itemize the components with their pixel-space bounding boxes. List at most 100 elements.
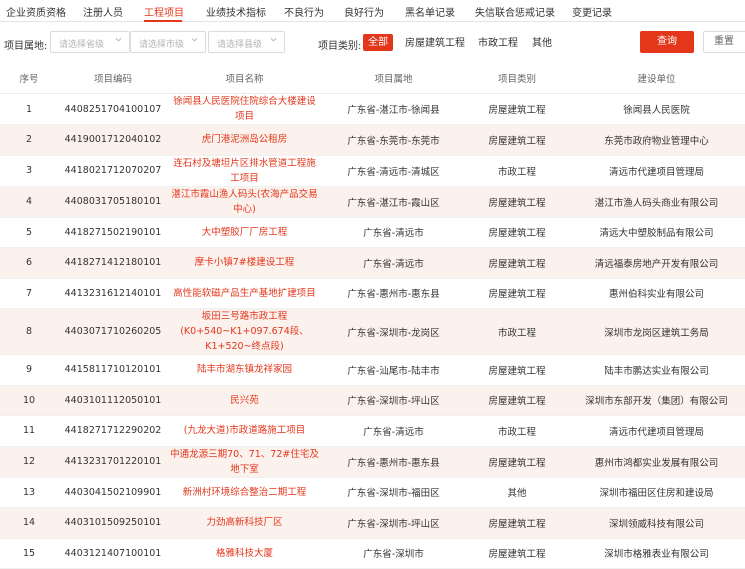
row-index: 13 xyxy=(0,477,58,508)
table-header-row: 序号 项目编码 项目名称 项目属地 项目类别 建设单位 xyxy=(0,62,745,94)
project-code: 4403101112050101 xyxy=(58,385,168,416)
row-index: 6 xyxy=(0,247,58,279)
project-owner: 深圳市福田区住房和建设局 xyxy=(568,477,745,508)
province-select[interactable]: 请选择省级 xyxy=(50,31,130,53)
tab-performance[interactable]: 业绩技术指标 xyxy=(206,4,266,19)
project-location: 广东省-湛江市-霞山区 xyxy=(321,186,466,218)
project-name-link[interactable]: 民兴苑 xyxy=(168,385,321,416)
project-name-link[interactable]: 新洲村环境综合整治二期工程 xyxy=(168,477,321,508)
project-location: 广东省-深圳市-龙岗区 xyxy=(321,308,466,355)
project-name-link[interactable]: 陆丰市湖东镇龙祥家园 xyxy=(168,354,321,386)
tab-change-records[interactable]: 变更记录 xyxy=(572,4,612,19)
row-index: 9 xyxy=(0,354,58,386)
project-location: 广东省-清远市 xyxy=(321,415,466,447)
project-location: 广东省-湛江市-徐闻县 xyxy=(321,93,466,125)
tab-projects[interactable]: 工程项目 xyxy=(144,4,184,19)
tab-personnel[interactable]: 注册人员 xyxy=(83,4,123,19)
city-select[interactable]: 请选择市级 xyxy=(130,31,206,53)
project-name-link[interactable]: 连石村及塘坦片区排水管道工程施工项目 xyxy=(168,155,321,187)
project-category: 房屋建筑工程 xyxy=(466,446,568,478)
project-code: 4403101509250101 xyxy=(58,507,168,539)
project-code: 4413231701220101 xyxy=(58,446,168,478)
location-label: 项目属地: xyxy=(4,41,48,52)
column-header-index: 序号 xyxy=(0,62,58,94)
category-all[interactable]: 全部 xyxy=(363,34,393,51)
tab-good-behavior[interactable]: 良好行为 xyxy=(344,4,384,19)
category-label: 项目类别: xyxy=(318,41,362,52)
province-placeholder: 请选择省级 xyxy=(59,40,105,50)
project-location: 广东省-深圳市-坪山区 xyxy=(321,507,466,539)
projects-table: 序号 项目编码 项目名称 项目属地 项目类别 建设单位 1 44082517041… xyxy=(0,62,745,569)
row-index: 11 xyxy=(0,415,58,447)
table-row: 8 4403071710260205 坂田三号路市政工程(K0+540~K1+097… xyxy=(0,308,745,355)
category-municipal[interactable]: 市政工程 xyxy=(478,35,518,52)
project-name-link[interactable]: 高性能软磁产品生产基地扩建项目 xyxy=(168,278,321,309)
project-location: 广东省-清远市-清城区 xyxy=(321,155,466,187)
project-owner: 惠州市鸿都实业发展有限公司 xyxy=(568,446,745,478)
project-category: 市政工程 xyxy=(466,155,568,187)
table-row: 10 4403101112050101 民兴苑 广东省-深圳市-坪山区 房屋建筑工程 深圳… xyxy=(0,385,745,416)
column-header-location: 项目属地 xyxy=(321,62,466,94)
project-location: 广东省-清远市 xyxy=(321,217,466,248)
project-owner: 陆丰市鹏达实业有限公司 xyxy=(568,354,745,386)
project-name-link[interactable]: 坂田三号路市政工程(K0+540~K1+097.674段、K1+520~终点段) xyxy=(168,308,321,355)
project-code: 4408251704100107 xyxy=(58,93,168,125)
project-category: 房屋建筑工程 xyxy=(466,507,568,539)
project-category: 市政工程 xyxy=(466,415,568,447)
project-name-link[interactable]: (九龙大道)市政道路施工项目 xyxy=(168,415,321,447)
project-code: 4418271502190101 xyxy=(58,217,168,248)
tab-bad-behavior[interactable]: 不良行为 xyxy=(284,4,324,19)
project-owner: 东莞市政府物业管理中心 xyxy=(568,124,745,156)
reset-button[interactable]: 重置 xyxy=(703,31,745,53)
row-index: 1 xyxy=(0,93,58,125)
tab-qualification[interactable]: 企业资质资格 xyxy=(6,4,66,19)
project-owner: 清远市代建项目管理局 xyxy=(568,155,745,187)
table-row: 11 4418271712290202 (九龙大道)市政道路施工项目 广东省-清远市市… xyxy=(0,415,745,447)
project-owner: 深圳市格雅表业有限公司 xyxy=(568,538,745,569)
category-building[interactable]: 房屋建筑工程 xyxy=(405,35,465,52)
row-index: 12 xyxy=(0,446,58,478)
project-category: 市政工程 xyxy=(466,308,568,355)
tab-blacklist[interactable]: 黑名单记录 xyxy=(405,4,455,19)
project-category: 房屋建筑工程 xyxy=(466,278,568,309)
city-placeholder: 请选择市级 xyxy=(139,40,185,50)
project-owner: 清远市代建项目管理局 xyxy=(568,415,745,447)
active-tab-indicator xyxy=(144,20,182,22)
tab-joint-punishment[interactable]: 失信联合惩戒记录 xyxy=(475,4,555,19)
project-category: 房屋建筑工程 xyxy=(466,217,568,248)
filter-bar: 项目属地: 请选择省级 请选择市级 请选择县级 项目类别: 全部 房屋建筑工程 … xyxy=(0,30,745,56)
chevron-down-icon xyxy=(191,37,198,42)
project-category: 房屋建筑工程 xyxy=(466,538,568,569)
project-name-link[interactable]: 大中塑胶厂厂房工程 xyxy=(168,217,321,248)
row-index: 8 xyxy=(0,308,58,355)
table-row: 12 4413231701220101 中通龙源三期70、71、72#住宅及地下室广… xyxy=(0,446,745,478)
project-name-link[interactable]: 力劲高新科技厂区 xyxy=(168,507,321,539)
project-code: 4418271712290202 xyxy=(58,415,168,447)
row-index: 15 xyxy=(0,538,58,569)
table-row: 1 4408251704100107 徐闻县人民医院住院综合大楼建设项目 广东省-湛江… xyxy=(0,93,745,125)
query-button[interactable]: 查询 xyxy=(640,31,694,53)
project-location: 广东省-惠州市-惠东县 xyxy=(321,278,466,309)
project-name-link[interactable]: 摩卡小镇7#楼建设工程 xyxy=(168,247,321,279)
project-code: 4403121407100101 xyxy=(58,538,168,569)
column-header-name: 项目名称 xyxy=(168,62,321,94)
project-name-link[interactable]: 徐闻县人民医院住院综合大楼建设项目 xyxy=(168,93,321,125)
project-name-link[interactable]: 格雅科技大厦 xyxy=(168,538,321,569)
project-code: 4418021712070207 xyxy=(58,155,168,187)
project-location: 广东省-惠州市-惠东县 xyxy=(321,446,466,478)
project-owner: 深圳领威科技有限公司 xyxy=(568,507,745,539)
project-code: 4418271412180101 xyxy=(58,247,168,279)
project-owner: 深圳市龙岗区建筑工务局 xyxy=(568,308,745,355)
project-location: 广东省-深圳市-坪山区 xyxy=(321,385,466,416)
project-name-link[interactable]: 虎门港泥洲岛公租房 xyxy=(168,124,321,156)
project-name-link[interactable]: 中通龙源三期70、71、72#住宅及地下室 xyxy=(168,446,321,478)
table-row: 6 4418271412180101 摩卡小镇7#楼建设工程 广东省-清远市 房屋建筑工… xyxy=(0,247,745,279)
table-row: 5 4418271502190101 大中塑胶厂厂房工程 广东省-清远市 房屋建筑工程清… xyxy=(0,217,745,248)
county-select[interactable]: 请选择县级 xyxy=(208,31,285,53)
row-index: 10 xyxy=(0,385,58,416)
project-category: 房屋建筑工程 xyxy=(466,124,568,156)
category-other[interactable]: 其他 xyxy=(532,35,552,52)
project-code: 4413231612140101 xyxy=(58,278,168,309)
project-owner: 湛江市渔人码头商业有限公司 xyxy=(568,186,745,218)
project-name-link[interactable]: 湛江市霞山渔人码头(农海产品交易中心) xyxy=(168,186,321,218)
